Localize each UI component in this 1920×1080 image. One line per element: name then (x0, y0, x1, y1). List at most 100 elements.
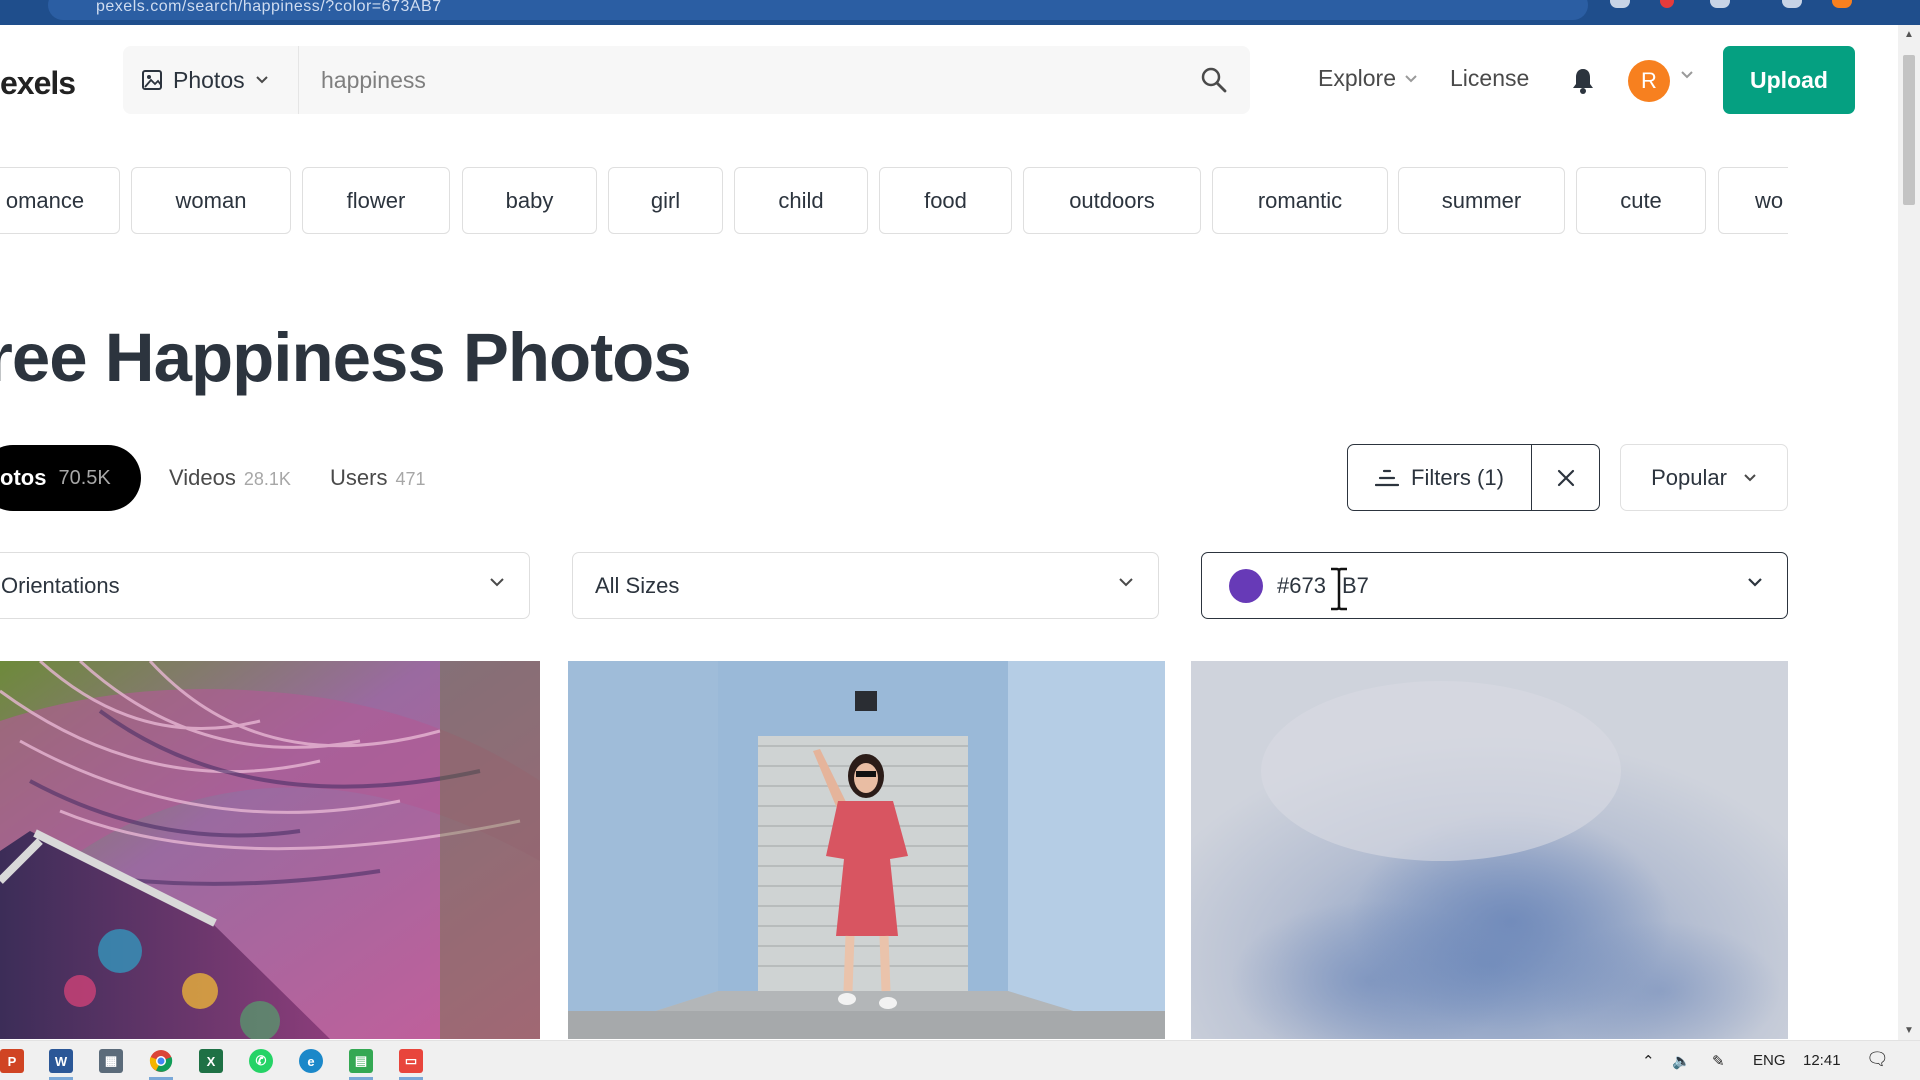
sheets-icon[interactable]: ▤ (349, 1049, 373, 1073)
photo-image (568, 661, 1165, 1039)
tab-label: otos (0, 465, 47, 490)
excel-icon[interactable]: X (199, 1049, 223, 1073)
scrollbar-thumb[interactable] (1903, 55, 1915, 205)
chip-baby[interactable]: baby (462, 167, 597, 234)
extension-icon[interactable] (1660, 0, 1674, 8)
language-indicator[interactable]: ENG (1753, 1052, 1786, 1069)
tab-label: Videos (169, 465, 236, 490)
filters-label: Filters (1) (1411, 464, 1504, 490)
notifications-icon[interactable]: 🗨 (1866, 1049, 1889, 1070)
sort-label: Popular (1651, 464, 1727, 490)
filter-icon (1375, 469, 1400, 486)
chip-cute[interactable]: cute (1576, 167, 1706, 234)
orientation-select[interactable]: Orientations (0, 552, 530, 619)
photo-girl-in-red-dress[interactable] (568, 661, 1165, 1039)
powerpoint-icon[interactable]: P (0, 1049, 24, 1073)
address-bar[interactable]: pexels.com/search/happiness/?color=673AB… (48, 0, 1588, 20)
chip-label: wo (1755, 187, 1784, 213)
page-scrollbar[interactable]: ▲ ▼ (1898, 25, 1920, 1040)
upload-button[interactable]: Upload (1723, 46, 1855, 114)
chip-outdoors[interactable]: outdoors (1023, 167, 1201, 234)
chevron-down-icon (1744, 473, 1756, 481)
tab-count: 70.5K (58, 466, 111, 489)
color-select[interactable]: #673 B7 (1201, 552, 1788, 619)
orientation-value: Orientations (1, 572, 120, 598)
tab-videos[interactable]: Videos 28.1K (169, 465, 291, 491)
search-type-dropdown[interactable]: Photos (123, 46, 299, 114)
explore-label: Explore (1318, 65, 1396, 91)
edge-icon[interactable]: e (299, 1049, 323, 1073)
scroll-down-icon[interactable]: ▼ (1904, 1025, 1914, 1036)
chevron-down-icon[interactable] (1680, 70, 1694, 80)
chip-girl[interactable]: girl (608, 167, 723, 234)
license-label: License (1450, 65, 1530, 91)
search-input[interactable] (309, 58, 1009, 102)
site-header: exels Photos Explore License R Upload (0, 25, 1898, 135)
calculator-icon[interactable]: ▦ (99, 1049, 123, 1073)
chip-woman[interactable]: woman (131, 167, 291, 234)
chevron-down-icon (1119, 578, 1133, 587)
windows-taskbar: P W ▦ X ✆ e ▤ ▭ ⌃ 🔈 ✎ ENG 12:41 🗨 (0, 1040, 1920, 1080)
word-icon[interactable]: W (49, 1049, 73, 1073)
text-cursor-icon (1331, 567, 1347, 611)
extension-icon[interactable] (1782, 0, 1802, 8)
chip-label: summer (1441, 187, 1522, 213)
tab-label: Users (330, 465, 388, 490)
search-icon[interactable] (1200, 66, 1228, 94)
whatsapp-icon[interactable]: ✆ (249, 1049, 273, 1073)
browser-bar: pexels.com/search/happiness/?color=673AB… (0, 0, 1920, 25)
chip-label: outdoors (1069, 187, 1155, 213)
chip-food[interactable]: food (879, 167, 1012, 234)
tab-photos[interactable]: otos 70.5K (0, 445, 141, 511)
clock[interactable]: 12:41 (1803, 1052, 1841, 1069)
chip-wo[interactable]: wo (1718, 167, 1788, 234)
presentation-app-icon[interactable]: ▭ (399, 1049, 423, 1073)
avatar[interactable]: R (1628, 60, 1670, 102)
chip-label: food (924, 187, 967, 213)
chevron-down-icon (490, 578, 504, 587)
address-bar-text: pexels.com/search/happiness/?color=673AB… (96, 0, 442, 15)
chip-label: romantic (1257, 187, 1343, 213)
scroll-up-icon[interactable]: ▲ (1904, 29, 1914, 40)
explore-menu[interactable]: Explore (1318, 65, 1418, 92)
color-swatch (1229, 568, 1263, 603)
chevron-down-icon (255, 76, 268, 84)
chip-summer[interactable]: summer (1398, 167, 1565, 234)
tab-users[interactable]: Users 471 (330, 465, 426, 491)
page-title: ree Happiness Photos (0, 319, 692, 396)
bell-icon[interactable] (1570, 67, 1596, 95)
tab-count: 471 (395, 469, 426, 489)
size-select[interactable]: All Sizes (572, 552, 1159, 619)
size-value: All Sizes (595, 572, 680, 598)
photo-holi-hair[interactable] (0, 661, 540, 1039)
chip-child[interactable]: child (734, 167, 868, 234)
pen-icon[interactable]: ✎ (1712, 1052, 1725, 1070)
filters-button[interactable]: Filters (1) (1347, 444, 1532, 511)
chip-romance[interactable]: omance (0, 167, 120, 234)
search-type-label: Photos (173, 66, 245, 93)
sort-dropdown[interactable]: Popular (1620, 444, 1788, 511)
chip-label: omance (5, 187, 85, 213)
pexels-logo[interactable]: exels (0, 65, 76, 102)
chip-label: baby (505, 187, 554, 213)
license-link[interactable]: License (1450, 65, 1529, 92)
clear-filters-button[interactable] (1531, 444, 1600, 511)
extension-icon[interactable] (1710, 0, 1730, 8)
tray-expand-icon[interactable]: ⌃ (1642, 1052, 1655, 1070)
extension-icon[interactable] (1610, 0, 1630, 8)
chip-label: cute (1620, 187, 1662, 213)
photo-blue-smoke[interactable] (1191, 661, 1788, 1039)
avatar-initial: R (1641, 68, 1657, 93)
volume-icon[interactable]: 🔈 (1672, 1052, 1691, 1070)
chip-label: flower (346, 187, 406, 213)
tab-count: 28.1K (243, 469, 291, 489)
close-icon (1557, 469, 1574, 486)
profile-icon[interactable] (1832, 0, 1852, 8)
photo-image (0, 661, 540, 1039)
photo-image (1191, 661, 1788, 1039)
chip-label: girl (650, 187, 681, 213)
color-value-left: #673 (1277, 572, 1326, 598)
chip-flower[interactable]: flower (302, 167, 450, 234)
chip-romantic[interactable]: romantic (1212, 167, 1388, 234)
chrome-icon[interactable] (149, 1049, 173, 1073)
